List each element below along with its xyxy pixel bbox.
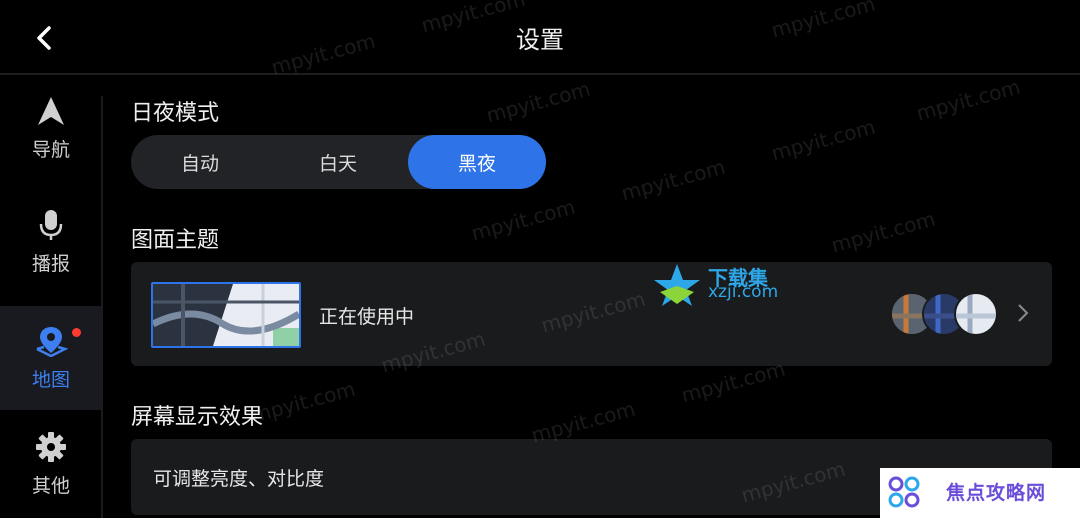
watermark-logo-domain: xzji.com: [708, 282, 779, 302]
watermark-text: mpyit.com: [248, 376, 358, 428]
sidebar-item-navigation[interactable]: 导航: [0, 76, 102, 180]
map-theme-preview: [151, 282, 301, 348]
gear-icon: [36, 431, 66, 462]
section-title-display: 屏幕显示效果: [131, 405, 264, 430]
watermark-text: mpyit.com: [468, 194, 578, 246]
notification-badge: [72, 328, 81, 337]
sidebar-divider: [101, 96, 103, 518]
option-day[interactable]: 白天: [269, 135, 407, 189]
theme-status-text: 正在使用中: [319, 306, 415, 328]
sidebar-item-broadcast[interactable]: 播报: [0, 190, 102, 294]
brand-logo-icon: [888, 476, 920, 508]
corner-watermark-logo: 焦点攻略网: [880, 468, 1080, 518]
watermark-logo: 下载集 xzji.com: [650, 262, 800, 306]
watermark-text: mpyit.com: [768, 114, 878, 166]
sidebar: 导航 播报 地图 其他: [0, 76, 102, 518]
watermark-text: mpyit.com: [913, 74, 1023, 126]
microphone-icon: [39, 209, 63, 240]
map-pin-icon: [36, 326, 68, 357]
watermark-text: mpyit.com: [828, 206, 938, 258]
navigation-arrow-icon: [38, 96, 64, 125]
section-title-map-theme: 图面主题: [131, 228, 220, 253]
day-night-segmented-control: 自动 白天 黑夜: [131, 135, 546, 189]
page-title: 设置: [516, 26, 564, 54]
header-bar: 设置: [0, 0, 1080, 74]
sidebar-item-label: 其他: [31, 474, 70, 497]
theme-swatch[interactable]: [954, 292, 998, 336]
corner-watermark-text: 焦点攻略网: [946, 482, 1047, 504]
option-auto[interactable]: 自动: [131, 135, 269, 189]
watermark-text: mpyit.com: [483, 76, 593, 128]
header-divider: [0, 73, 1080, 75]
theme-swatches[interactable]: [890, 292, 998, 336]
brightness-contrast-label: 可调整亮度、对比度: [153, 468, 325, 490]
map-theme-card[interactable]: 正在使用中: [131, 262, 1052, 366]
sidebar-item-map[interactable]: 地图: [0, 306, 102, 410]
star-logo-icon: [654, 264, 700, 306]
chevron-right-icon: [1018, 304, 1029, 322]
watermark-text: mpyit.com: [618, 154, 728, 206]
sidebar-item-label: 地图: [31, 368, 70, 391]
sidebar-item-label: 导航: [31, 138, 70, 161]
option-night[interactable]: 黑夜: [408, 135, 546, 189]
sidebar-item-label: 播报: [31, 252, 70, 275]
section-title-day-night: 日夜模式: [131, 101, 220, 126]
sidebar-item-other[interactable]: 其他: [0, 412, 102, 516]
